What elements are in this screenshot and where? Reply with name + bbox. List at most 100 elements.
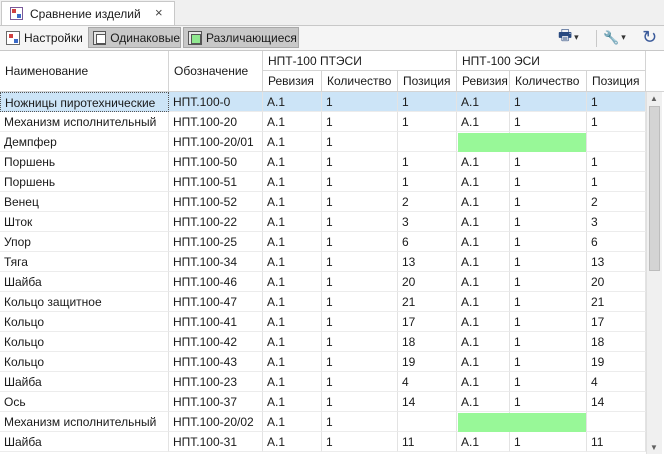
cell-name: Кольцо bbox=[0, 332, 169, 352]
header-a-revision[interactable]: Ревизия bbox=[263, 71, 322, 92]
cell-code: НПТ.100-50 bbox=[169, 152, 263, 172]
cell-name: Механизм исполнительный bbox=[0, 112, 169, 132]
cell-code: НПТ.100-23 bbox=[169, 372, 263, 392]
cell-b-pos: 18 bbox=[587, 332, 646, 352]
cell-a-pos: 1 bbox=[398, 92, 457, 112]
table-row[interactable]: Шток НПТ.100-22 А.1 1 3 А.1 1 3 bbox=[0, 212, 646, 232]
cell-b-pos: 13 bbox=[587, 252, 646, 272]
close-icon[interactable]: × bbox=[155, 5, 163, 20]
cell-code: НПТ.100-42 bbox=[169, 332, 263, 352]
tools-button[interactable]: 🔧 ▾ bbox=[603, 27, 626, 48]
table-row[interactable]: Шайба НПТ.100-23 А.1 1 4 А.1 1 4 bbox=[0, 372, 646, 392]
cell-b-qty: 1 bbox=[510, 192, 587, 212]
cell-a-qty: 1 bbox=[322, 232, 398, 252]
cell-code: НПТ.100-25 bbox=[169, 232, 263, 252]
cell-a-rev: А.1 bbox=[263, 192, 322, 212]
cell-b-qty: 1 bbox=[510, 112, 587, 132]
cell-b-pos: 1 bbox=[587, 92, 646, 112]
missing-item-highlight bbox=[458, 133, 586, 152]
print-button[interactable]: 🖶 ▾ bbox=[558, 27, 579, 48]
table-row[interactable]: Шайба НПТ.100-31 А.1 1 11 А.1 1 11 bbox=[0, 432, 646, 452]
tab-product-comparison[interactable]: Сравнение изделий × bbox=[1, 1, 175, 25]
header-designation[interactable]: Обозначение bbox=[169, 51, 263, 92]
cell-code: НПТ.100-31 bbox=[169, 432, 263, 452]
scroll-thumb[interactable] bbox=[649, 106, 660, 271]
table-row[interactable]: Шайба НПТ.100-46 А.1 1 20 А.1 1 20 bbox=[0, 272, 646, 292]
table-row[interactable]: Ось НПТ.100-37 А.1 1 14 А.1 1 14 bbox=[0, 392, 646, 412]
cell-b-pos: 1 bbox=[587, 172, 646, 192]
cell-name: Венец bbox=[0, 192, 169, 212]
cell-a-rev: А.1 bbox=[263, 152, 322, 172]
cell-a-qty: 1 bbox=[322, 152, 398, 172]
cell-b-pos: 1 bbox=[587, 112, 646, 132]
cell-b-rev: А.1 bbox=[457, 172, 510, 192]
cell-b-rev: А.1 bbox=[457, 292, 510, 312]
table-row[interactable]: Ножницы пиротехнические НПТ.100-0 А.1 1 1 А.1… bbox=[0, 92, 646, 112]
table-row[interactable]: Кольцо НПТ.100-43 А.1 1 19 А.1 1 19 bbox=[0, 352, 646, 372]
cell-b-pos: 20 bbox=[587, 272, 646, 292]
cell-a-pos: 14 bbox=[398, 392, 457, 412]
cell-b-rev: А.1 bbox=[457, 192, 510, 212]
cell-a-pos: 1 bbox=[398, 112, 457, 132]
cell-a-qty: 1 bbox=[322, 372, 398, 392]
diff-filter-button[interactable]: Различающиеся bbox=[183, 27, 299, 48]
chevron-down-icon[interactable]: ▾ bbox=[621, 32, 626, 43]
table-row[interactable]: Механизм исполнительный НПТ.100-20/02 А.1 1 bbox=[0, 412, 646, 432]
table-row[interactable]: Механизм исполнительный НПТ.100-20 А.1 1 1 А.… bbox=[0, 112, 646, 132]
scroll-up-icon[interactable]: ▲ bbox=[650, 94, 658, 103]
cell-a-rev: А.1 bbox=[263, 92, 322, 112]
compare-icon bbox=[10, 7, 23, 20]
table-row[interactable]: Поршень НПТ.100-51 А.1 1 1 А.1 1 1 bbox=[0, 172, 646, 192]
settings-button[interactable]: Настройки bbox=[2, 27, 86, 48]
cell-name: Шайба bbox=[0, 432, 169, 452]
refresh-icon: ↻ bbox=[642, 27, 658, 47]
table-row[interactable]: Демпфер НПТ.100-20/01 А.1 1 bbox=[0, 132, 646, 152]
vertical-scrollbar[interactable]: ▲ ▼ bbox=[646, 92, 662, 454]
cell-a-qty: 1 bbox=[322, 172, 398, 192]
cell-a-rev: А.1 bbox=[263, 252, 322, 272]
header-group-esi: НПТ-100 ЭСИ bbox=[457, 51, 646, 71]
cell-b-rev: А.1 bbox=[457, 252, 510, 272]
cell-b-qty: 1 bbox=[510, 332, 587, 352]
refresh-button[interactable]: ↻ bbox=[642, 27, 657, 48]
header-a-quantity[interactable]: Количество bbox=[322, 71, 398, 92]
cell-a-rev: А.1 bbox=[263, 112, 322, 132]
table-row[interactable]: Тяга НПТ.100-34 А.1 1 13 А.1 1 13 bbox=[0, 252, 646, 272]
cell-a-rev: А.1 bbox=[263, 372, 322, 392]
cell-a-pos: 21 bbox=[398, 292, 457, 312]
same-filter-button[interactable]: Одинаковые bbox=[88, 27, 181, 48]
table-row[interactable]: Венец НПТ.100-52 А.1 1 2 А.1 1 2 bbox=[0, 192, 646, 212]
cell-a-pos: 2 bbox=[398, 192, 457, 212]
cell-a-pos bbox=[398, 132, 457, 152]
header-b-position[interactable]: Позиция bbox=[587, 71, 646, 92]
toolbar: Настройки Одинаковые Различающиеся 🖶 ▾ 🔧… bbox=[0, 26, 664, 50]
cell-b-qty: 1 bbox=[510, 252, 587, 272]
table-row[interactable]: Кольцо защитное НПТ.100-47 А.1 1 21 А.1 1 21 bbox=[0, 292, 646, 312]
cell-b-pos: 2 bbox=[587, 192, 646, 212]
cell-name: Кольцо bbox=[0, 352, 169, 372]
cell-name: Кольцо защитное bbox=[0, 292, 169, 312]
cell-code: НПТ.100-51 bbox=[169, 172, 263, 192]
settings-icon bbox=[6, 30, 20, 45]
table-row[interactable]: Упор НПТ.100-25 А.1 1 6 А.1 1 6 bbox=[0, 232, 646, 252]
cell-name: Ось bbox=[0, 392, 169, 412]
header-b-revision[interactable]: Ревизия bbox=[457, 71, 510, 92]
cell-a-qty: 1 bbox=[322, 112, 398, 132]
cell-a-rev: А.1 bbox=[263, 432, 322, 452]
header-a-position[interactable]: Позиция bbox=[398, 71, 457, 92]
cell-code: НПТ.100-20/01 bbox=[169, 132, 263, 152]
scroll-down-icon[interactable]: ▼ bbox=[650, 443, 658, 452]
cell-a-rev: А.1 bbox=[263, 132, 322, 152]
cell-name: Тяга bbox=[0, 252, 169, 272]
header-name[interactable]: Наименование bbox=[0, 51, 169, 92]
cell-b-pos: 1 bbox=[587, 152, 646, 172]
chevron-down-icon[interactable]: ▾ bbox=[574, 32, 579, 43]
table-row[interactable]: Поршень НПТ.100-50 А.1 1 1 А.1 1 1 bbox=[0, 152, 646, 172]
cell-a-rev: А.1 bbox=[263, 352, 322, 372]
cell-a-rev: А.1 bbox=[263, 272, 322, 292]
table-row[interactable]: Кольцо НПТ.100-42 А.1 1 18 А.1 1 18 bbox=[0, 332, 646, 352]
header-b-quantity[interactable]: Количество bbox=[510, 71, 587, 92]
cell-a-pos: 20 bbox=[398, 272, 457, 292]
table-row[interactable]: Кольцо НПТ.100-41 А.1 1 17 А.1 1 17 bbox=[0, 312, 646, 332]
cell-b-qty: 1 bbox=[510, 92, 587, 112]
